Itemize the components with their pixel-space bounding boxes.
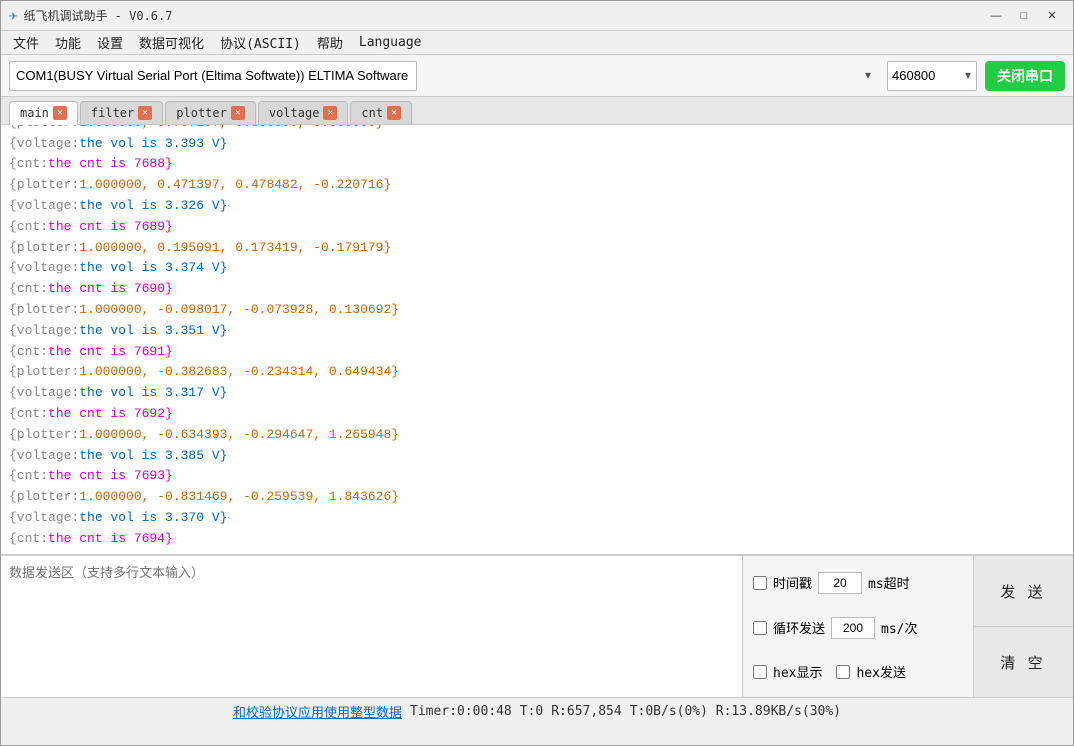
menu-help[interactable]: 帮助 — [309, 31, 351, 54]
rate-text: T:0B/s(0%) R:13.89KB/s(30%) — [630, 704, 841, 719]
tab-plotter-label: plotter — [176, 106, 227, 120]
time-option-row: 时间戳 ms超时 — [753, 572, 963, 594]
menu-protocol[interactable]: 协议(ASCII) — [212, 31, 309, 54]
protocol-link[interactable]: 和校验协议应用使用整型数据 — [233, 702, 402, 721]
baud-select-wrapper: 9600 19200 38400 57600 115200 230400 460… — [887, 61, 977, 91]
tab-voltage[interactable]: voltage ✕ — [258, 101, 349, 124]
log-entry: {plotter:1.000000, -0.098017, -0.073928,… — [9, 300, 1065, 321]
log-entry: {cnt:the cnt is 7688} — [9, 154, 1065, 175]
log-entry: {voltage:the vol is 3.385 V} — [9, 446, 1065, 467]
hex-send-checkbox[interactable] — [836, 665, 850, 679]
tab-plotter[interactable]: plotter ✕ — [165, 101, 256, 124]
tab-filter-label: filter — [91, 106, 134, 120]
tab-main-close[interactable]: ✕ — [53, 106, 67, 120]
log-entry: {plotter:1.000000, -0.634393, -0.294647,… — [9, 425, 1065, 446]
bottom-area: 时间戳 ms超时 循环发送 ms/次 hex显示 hex发送 发 送 清 空 — [1, 555, 1073, 697]
app-icon: ✈ — [9, 8, 17, 24]
tab-cnt-close[interactable]: ✕ — [387, 106, 401, 120]
toolbar: COM1(BUSY Virtual Serial Port (Eltima So… — [1, 55, 1073, 97]
log-entry: {voltage:the vol is 3.393 V} — [9, 134, 1065, 155]
log-content: {cnt:the cnt is 7687}{plotter:1.000000, … — [9, 125, 1065, 550]
send-textarea[interactable] — [1, 556, 743, 697]
baud-select[interactable]: 9600 19200 38400 57600 115200 230400 460… — [887, 61, 977, 91]
loop-checkbox[interactable] — [753, 621, 767, 635]
send-options: 时间戳 ms超时 循环发送 ms/次 hex显示 hex发送 — [743, 556, 973, 697]
port-select-wrapper: COM1(BUSY Virtual Serial Port (Eltima So… — [9, 61, 879, 91]
tab-cnt-label: cnt — [361, 106, 383, 120]
tabs: main ✕ filter ✕ plotter ✕ voltage ✕ cnt … — [1, 97, 1073, 125]
tab-cnt[interactable]: cnt ✕ — [350, 101, 412, 124]
loop-option-row: 循环发送 ms/次 — [753, 617, 963, 639]
close-button[interactable]: ✕ — [1039, 6, 1065, 26]
time-label: 时间戳 — [773, 573, 812, 592]
log-entry: {plotter:1.000000, -0.382683, -0.234314,… — [9, 362, 1065, 383]
titlebar-left: ✈ 纸飞机调试助手 - V0.6.7 — [9, 7, 172, 24]
loop-input[interactable] — [831, 617, 875, 639]
tab-voltage-label: voltage — [269, 106, 320, 120]
send-buttons: 发 送 清 空 — [973, 556, 1073, 697]
titlebar: ✈ 纸飞机调试助手 - V0.6.7 — □ ✕ — [1, 1, 1073, 31]
log-entry: {cnt:the cnt is 7693} — [9, 466, 1065, 487]
menu-settings[interactable]: 设置 — [89, 31, 131, 54]
menubar: 文件 功能 设置 数据可视化 协议(ASCII) 帮助 Language — [1, 31, 1073, 55]
maximize-button[interactable]: □ — [1011, 6, 1037, 26]
log-entry: {cnt:the cnt is 7689} — [9, 217, 1065, 238]
minimize-button[interactable]: — — [983, 6, 1009, 26]
log-entry: {plotter:1.000000, -0.831469, -0.259539,… — [9, 487, 1065, 508]
menu-file[interactable]: 文件 — [5, 31, 47, 54]
send-button[interactable]: 发 送 — [974, 556, 1073, 626]
port-select[interactable]: COM1(BUSY Virtual Serial Port (Eltima So… — [9, 61, 417, 91]
titlebar-title: 纸飞机调试助手 - V0.6.7 — [23, 7, 172, 24]
time-checkbox[interactable] — [753, 576, 767, 590]
timer-text: Timer:0:00:48 — [410, 704, 512, 719]
time-unit: ms超时 — [868, 573, 910, 592]
r-text: R:657,854 — [551, 704, 621, 719]
log-entry: {voltage:the vol is 3.370 V} — [9, 508, 1065, 529]
log-entry: {plotter:1.000000, 0.195091, 0.173419, -… — [9, 238, 1065, 259]
log-entry: {cnt:the cnt is 7694} — [9, 529, 1065, 550]
tab-main-label: main — [20, 106, 49, 120]
hex-send-label: hex发送 — [856, 662, 905, 681]
tab-plotter-close[interactable]: ✕ — [231, 106, 245, 120]
titlebar-controls: — □ ✕ — [983, 6, 1065, 26]
log-entry: {plotter:1.000000, 0.471397, 0.478482, -… — [9, 175, 1065, 196]
log-entry: {plotter:1.000000, 0.707107, 0.800000, 0… — [9, 125, 1065, 134]
log-entry: {voltage:the vol is 3.326 V} — [9, 196, 1065, 217]
hex-display-label: hex显示 — [773, 662, 822, 681]
log-entry: {cnt:the cnt is 7690} — [9, 279, 1065, 300]
tab-filter[interactable]: filter ✕ — [80, 101, 163, 124]
tab-main[interactable]: main ✕ — [9, 101, 78, 125]
menu-function[interactable]: 功能 — [47, 31, 89, 54]
clear-button[interactable]: 清 空 — [974, 626, 1073, 697]
loop-label: 循环发送 — [773, 618, 825, 637]
tab-voltage-close[interactable]: ✕ — [323, 106, 337, 120]
t-text: T:0 — [520, 704, 543, 719]
time-input[interactable] — [818, 572, 862, 594]
log-area[interactable]: {cnt:the cnt is 7687}{plotter:1.000000, … — [1, 125, 1073, 555]
log-entry: {voltage:the vol is 3.317 V} — [9, 383, 1065, 404]
menu-language[interactable]: Language — [351, 33, 430, 52]
log-entry: {cnt:the cnt is 7691} — [9, 342, 1065, 363]
menu-dataviz[interactable]: 数据可视化 — [131, 31, 212, 54]
hex-display-checkbox[interactable] — [753, 665, 767, 679]
log-entry: {cnt:the cnt is 7692} — [9, 404, 1065, 425]
loop-unit: ms/次 — [881, 618, 917, 637]
statusbar: 和校验协议应用使用整型数据 Timer:0:00:48 T:0 R:657,85… — [1, 697, 1073, 725]
hex-option-row: hex显示 hex发送 — [753, 662, 963, 681]
close-port-button[interactable]: 关闭串口 — [985, 61, 1065, 91]
log-entry: {voltage:the vol is 3.374 V} — [9, 258, 1065, 279]
log-entry: {voltage:the vol is 3.351 V} — [9, 321, 1065, 342]
tab-filter-close[interactable]: ✕ — [138, 106, 152, 120]
